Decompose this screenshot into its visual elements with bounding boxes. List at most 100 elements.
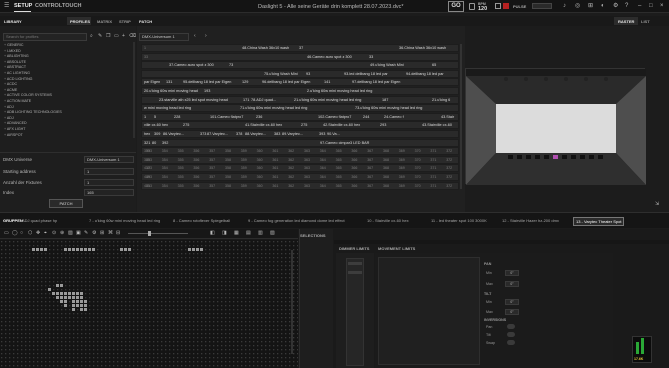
movement-area[interactable] — [378, 257, 480, 365]
patch-fixture-cell[interactable]: 42.Stairville cx-60 hex — [323, 123, 360, 127]
starting-address-input[interactable]: 1 — [84, 168, 134, 175]
patch-fixture-cell[interactable]: 244 — [363, 115, 369, 119]
patch-fixture-cell[interactable]: 141 — [324, 80, 330, 84]
dmx-channel-cell[interactable]: 366 — [351, 158, 357, 162]
patch-fixture-cell[interactable]: 5 — [154, 115, 156, 119]
library-item[interactable]: ACTIVE COLOR SYSTEMS — [4, 94, 52, 98]
stage-fixture[interactable] — [72, 300, 75, 303]
dmx-channel-cell[interactable]: 369 — [399, 158, 405, 162]
stage-tool-icon[interactable]: ▣ — [76, 231, 81, 236]
patch-fixture-cell[interactable]: 36.China Wash 36x10 wash — [399, 46, 446, 50]
dmx-channel-cell[interactable]: 355 — [178, 184, 184, 188]
stage-scrollbar[interactable] — [291, 250, 293, 354]
search-input[interactable]: Search for profiles — [3, 33, 87, 41]
library-item[interactable]: ABSOLUTE — [4, 60, 26, 65]
tab-touch[interactable]: TOUCH — [62, 3, 81, 9]
stage-fixture[interactable] — [64, 296, 67, 299]
stage-tool-icon[interactable]: ⊕ — [60, 231, 64, 236]
stage-tool-icon[interactable]: ⊞ — [100, 231, 104, 236]
stage-fixture[interactable] — [84, 300, 87, 303]
dmx-channel-cell[interactable]: 356 — [193, 149, 199, 153]
patch-fixture-cell[interactable]: 193 — [204, 89, 210, 93]
universe-select[interactable]: DMX-Universum 1 — [139, 33, 189, 41]
dmx-channel-cell[interactable]: 369 — [399, 175, 405, 179]
dmx-channel-cell[interactable]: 361 — [272, 184, 278, 188]
tilt-max-input[interactable]: 0° — [505, 309, 519, 315]
dmx-icon[interactable]: ⊞ — [588, 3, 593, 9]
dmx-channel-cell[interactable]: 361 — [272, 158, 278, 162]
dmx-channel-cell[interactable]: 372 — [446, 166, 452, 170]
stage-fixture[interactable] — [92, 248, 95, 251]
sync-icon[interactable] — [495, 3, 501, 9]
dmx-channel-cell[interactable]: 360 — [257, 158, 263, 162]
dmx-channel-cell[interactable]: 365 — [336, 149, 342, 153]
stage-fixture[interactable] — [72, 308, 75, 311]
dmx-channel-cell[interactable]: 354 — [162, 184, 168, 188]
dmx-channel-cell[interactable]: 368 — [383, 184, 389, 188]
stage-fixture[interactable] — [76, 300, 79, 303]
dmx-channel-cell[interactable]: 370 — [415, 158, 421, 162]
patch-fixture-cell[interactable]: 101.Cameo flatpro7 — [210, 115, 243, 119]
dmx-channel-cell[interactable]: 353 — [146, 175, 152, 179]
dmx-channel-cell[interactable]: 357 — [209, 184, 215, 188]
edit-icon[interactable]: ✎ — [98, 34, 102, 39]
patch-fixture-cell[interactable]: 129 — [242, 80, 248, 84]
patch-button[interactable]: PATCH — [49, 199, 83, 208]
tab-setup[interactable]: SETUP — [14, 3, 32, 9]
stage-tool-icon[interactable]: ⌖ — [44, 231, 47, 236]
dmx-channel-cell[interactable]: 362 — [288, 158, 294, 162]
patch-fixture-cell[interactable]: 373 — [200, 132, 206, 136]
stage-fixture[interactable] — [76, 248, 79, 251]
patch-fixture-cell[interactable]: 228 — [174, 115, 180, 119]
dmx-channel-cell[interactable]: 362 — [288, 149, 294, 153]
stage-fixture[interactable] — [80, 308, 83, 311]
library-item[interactable]: AFX LIGHT — [4, 127, 26, 132]
dmx-channel-cell[interactable]: 372 — [446, 158, 452, 162]
stage-fixture[interactable] — [72, 248, 75, 251]
dmx-channel-cell[interactable]: 366 — [351, 166, 357, 170]
patch-fixture-cell[interactable]: 65 — [432, 63, 436, 67]
patch-fixture-cell[interactable]: 21.u'king 60w mini moving head led ring — [294, 98, 361, 102]
dmx-channel-cell[interactable]: 356 — [193, 175, 199, 179]
patch-fixture-cell[interactable]: 275 — [301, 123, 307, 127]
dmx-channel-cell[interactable]: 362 — [288, 166, 294, 170]
stage-grid[interactable] — [0, 240, 298, 368]
settings-icon[interactable]: ⚙ — [613, 3, 618, 9]
stage-fixture[interactable] — [48, 288, 51, 291]
dimmer-slider[interactable] — [346, 258, 364, 366]
dmx-channel-cell[interactable]: 358 — [225, 166, 231, 170]
dmx-channel-cell[interactable]: 363 — [304, 158, 310, 162]
stage-fixture[interactable] — [188, 248, 191, 251]
dmx-channel-cell[interactable]: 363 — [304, 184, 310, 188]
patch-fixture-cell[interactable]: 89.Varytec... — [282, 132, 303, 136]
dmx-channel-cell[interactable]: 355 — [178, 149, 184, 153]
library-item[interactable]: ACTION MATE — [4, 99, 31, 104]
library-item[interactable]: ADJ — [4, 105, 14, 110]
invert-pan-toggle[interactable] — [507, 324, 515, 329]
add-icon[interactable]: + — [122, 34, 125, 39]
dmx-universe-select[interactable]: DMX-Universum 1 — [84, 156, 134, 163]
dmx-channel-cell[interactable]: 364 — [320, 175, 326, 179]
dmx-channel-cell[interactable]: 369 — [399, 149, 405, 153]
dmx-channel-cell[interactable]: 353 — [146, 184, 152, 188]
tab-list[interactable]: LIST — [641, 19, 650, 24]
stage-view-icon[interactable]: ◨ — [222, 231, 227, 236]
zoom-slider[interactable] — [128, 233, 188, 234]
patch-fixture-cell[interactable]: 97.Cameo cimpar3 LED BAR — [320, 141, 369, 145]
close-icon[interactable]: × — [660, 3, 664, 9]
patch-fixture-cell[interactable]: 1 — [144, 115, 146, 119]
dmx-channel-cell[interactable]: 370 — [415, 149, 421, 153]
stage-tool-icon[interactable]: ⚙ — [92, 231, 96, 236]
library-item[interactable]: ACDC — [4, 83, 17, 87]
dmx-channel-cell[interactable]: 357 — [209, 149, 215, 153]
dmx-channel-cell[interactable]: 361 — [272, 149, 278, 153]
dmx-channel-cell[interactable]: 359 — [241, 175, 247, 179]
dmx-channel-cell[interactable]: 359 — [241, 166, 247, 170]
stage-fixture[interactable] — [120, 248, 123, 251]
patch-fixture-cell[interactable]: 75.u'king Wash Mini — [264, 72, 298, 76]
library-item[interactable]: ABSTRACT — [4, 66, 26, 70]
copy-icon[interactable]: ❐ — [106, 34, 110, 39]
patch-fixture-cell[interactable]: 131 — [166, 80, 172, 84]
stage-fixture[interactable] — [84, 304, 87, 307]
stage-fixture[interactable] — [80, 296, 83, 299]
